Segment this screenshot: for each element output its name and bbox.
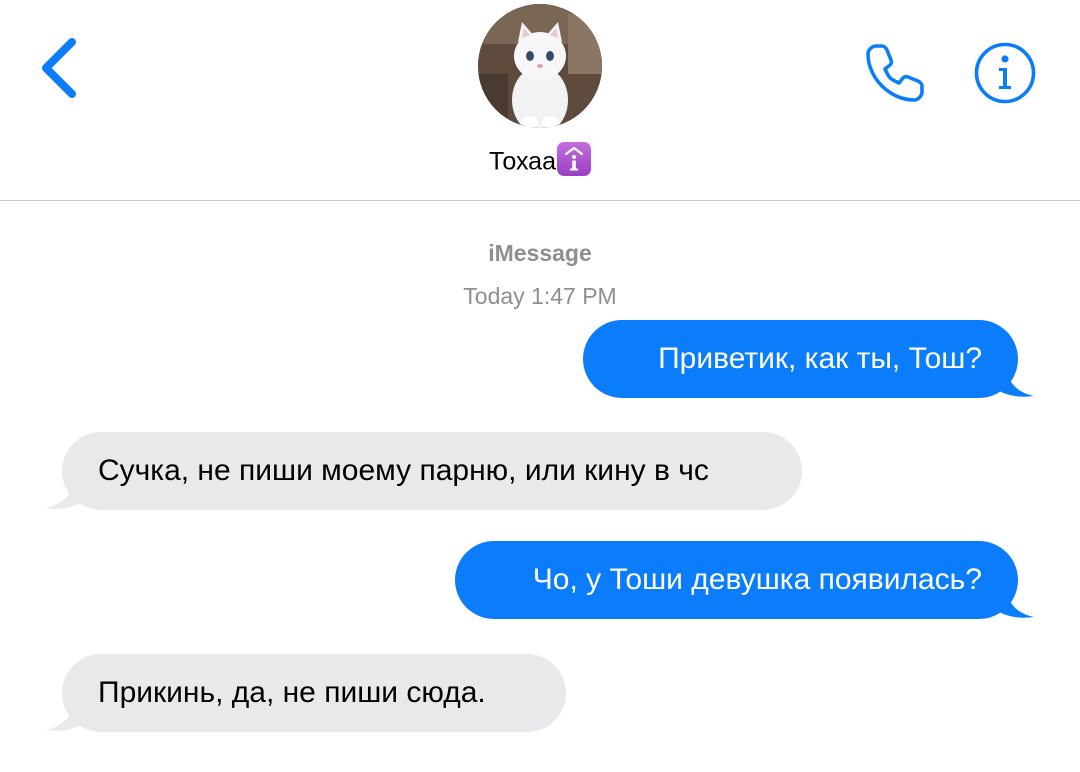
incoming-message-bubble[interactable]: Прикинь, да, не пиши сюда. (46, 654, 566, 732)
bubble-tail (994, 358, 1034, 397)
info-emoji-badge-icon (556, 142, 591, 177)
message-text: Прикинь, да, не пиши сюда. (98, 676, 486, 709)
messages-app: Тохаа iMessage Today 1:47 PM Приветик, к… (0, 0, 1080, 772)
info-icon (974, 42, 1036, 104)
contact-name-row[interactable]: Тохаа (0, 140, 1080, 180)
service-label: iMessage (488, 240, 592, 266)
call-button[interactable] (862, 38, 930, 106)
info-button[interactable] (973, 41, 1037, 105)
phone-icon (866, 44, 924, 102)
contact-name: Тохаа (489, 147, 556, 176)
contact-avatar[interactable] (478, 4, 602, 128)
kitten-avatar-image (478, 4, 602, 128)
conversation-header: Тохаа (0, 0, 1080, 201)
back-button[interactable] (30, 32, 90, 104)
outgoing-message-bubble[interactable]: Чо, у Тоши девушка появилась? (455, 541, 1034, 619)
message-text: Сучка, не пиши моему парню, или кину в ч… (98, 454, 709, 487)
message-timestamp: Today 1:47 PM (463, 283, 617, 309)
bubble-tail (46, 692, 86, 731)
bubble-tail (46, 470, 86, 509)
message-text: Чо, у Тоши девушка появилась? (532, 563, 982, 596)
message-text: Приветик, как ты, Тош? (658, 342, 982, 375)
outgoing-message-bubble[interactable]: Приветик, как ты, Тош? (583, 320, 1034, 398)
incoming-message-bubble[interactable]: Сучка, не пиши моему парню, или кину в ч… (46, 432, 802, 510)
bubble-tail (994, 579, 1034, 618)
chevron-left-icon (42, 38, 76, 98)
